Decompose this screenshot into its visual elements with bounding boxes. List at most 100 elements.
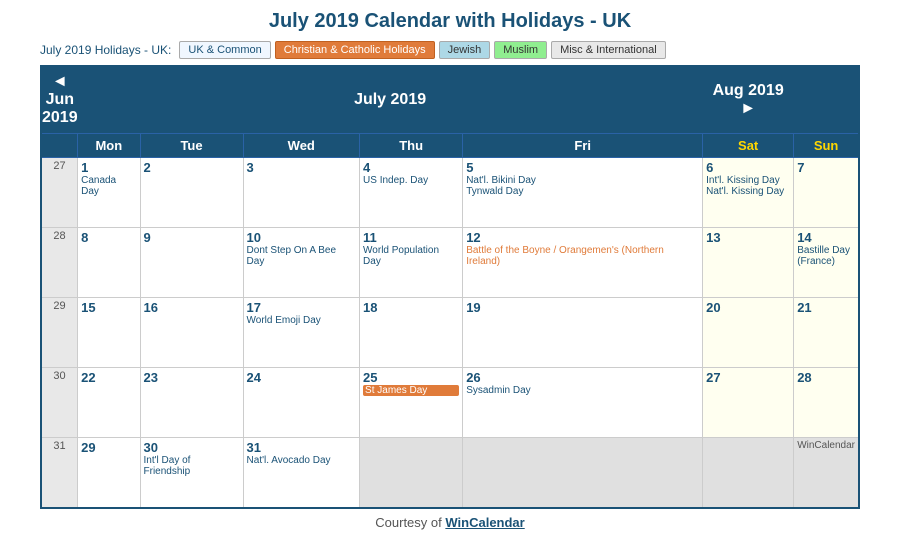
- header-wed: Wed: [243, 134, 360, 158]
- day-number: 11: [363, 230, 459, 245]
- day-number: 12: [466, 230, 699, 245]
- prev-nav[interactable]: ◄ Jun 2019: [41, 66, 78, 134]
- holiday-event: Tynwald Day: [466, 186, 699, 197]
- day-number: 6: [706, 160, 790, 175]
- day-cell[interactable]: [360, 438, 463, 508]
- day-cell[interactable]: 21: [794, 298, 859, 368]
- day-number: 15: [81, 300, 136, 315]
- holiday-event: Bastille Day (France): [797, 245, 855, 267]
- day-cell[interactable]: 20: [703, 298, 794, 368]
- week-row: 3129 30Int'l Day of Friendship31Nat'l. Av…: [41, 438, 859, 508]
- day-number: 1: [81, 160, 136, 175]
- day-cell[interactable]: 28: [794, 368, 859, 438]
- day-cell[interactable]: 26Sysadmin Day: [463, 368, 703, 438]
- day-number: 13: [706, 230, 790, 245]
- day-cell[interactable]: 2: [140, 158, 243, 228]
- day-cell[interactable]: 16: [140, 298, 243, 368]
- day-cell[interactable]: 19: [463, 298, 703, 368]
- day-cell[interactable]: 1Canada Day: [78, 158, 140, 228]
- day-number: 26: [466, 370, 699, 385]
- wincal-link[interactable]: WinCalendar: [445, 515, 524, 530]
- day-cell[interactable]: 31Nat'l. Avocado Day: [243, 438, 360, 508]
- week-number: 30: [41, 368, 78, 438]
- week-number: 31: [41, 438, 78, 508]
- day-number: 30: [144, 440, 240, 455]
- day-number: 29: [81, 440, 136, 455]
- day-cell[interactable]: 12Battle of the Boyne / Orangemen's (Nor…: [463, 228, 703, 298]
- legend-uk-button[interactable]: UK & Common: [179, 41, 270, 59]
- week-number: 28: [41, 228, 78, 298]
- day-cell[interactable]: 4US Indep. Day: [360, 158, 463, 228]
- header-mon: Mon: [78, 134, 140, 158]
- day-cell[interactable]: 14Bastille Day (France): [794, 228, 859, 298]
- day-cell[interactable]: 15: [78, 298, 140, 368]
- holiday-event: World Population Day: [363, 245, 459, 267]
- day-number: 23: [144, 370, 240, 385]
- day-cell[interactable]: [703, 438, 794, 508]
- next-nav[interactable]: Aug 2019 ►: [703, 66, 794, 134]
- day-cell[interactable]: 29: [78, 438, 140, 508]
- legend-misc-button[interactable]: Misc & International: [551, 41, 666, 59]
- month-title: July 2019: [78, 66, 703, 134]
- day-cell[interactable]: 18: [360, 298, 463, 368]
- day-cell[interactable]: 24: [243, 368, 360, 438]
- day-number: 16: [144, 300, 240, 315]
- holiday-event: Battle of the Boyne / Orangemen's (North…: [466, 245, 699, 267]
- day-cell[interactable]: 17World Emoji Day: [243, 298, 360, 368]
- day-cell[interactable]: 30Int'l Day of Friendship: [140, 438, 243, 508]
- week-row: 271Canada Day234US Indep. Day5Nat'l. Bik…: [41, 158, 859, 228]
- holiday-event: Dont Step On A Bee Day: [247, 245, 357, 267]
- legend-christian-button[interactable]: Christian & Catholic Holidays: [275, 41, 435, 59]
- day-number: 2: [144, 160, 240, 175]
- day-cell[interactable]: 11World Population Day: [360, 228, 463, 298]
- day-number: 18: [363, 300, 459, 315]
- legend-jewish-button[interactable]: Jewish: [439, 41, 491, 59]
- header-sat: Sat: [703, 134, 794, 158]
- holiday-event: Sysadmin Day: [466, 385, 699, 396]
- holiday-event: Int'l. Kissing Day: [706, 175, 790, 186]
- holiday-event: Nat'l. Bikini Day: [466, 175, 699, 186]
- day-number: 20: [706, 300, 790, 315]
- legend-muslim-button[interactable]: Muslim: [494, 41, 547, 59]
- calendar-table: ◄ Jun 2019 July 2019 Aug 2019 ► Mon Tue …: [40, 65, 860, 509]
- day-cell[interactable]: 7: [794, 158, 859, 228]
- holiday-event: Nat'l. Kissing Day: [706, 186, 790, 197]
- day-cell[interactable]: 27: [703, 368, 794, 438]
- day-number: 22: [81, 370, 136, 385]
- day-headers: Mon Tue Wed Thu Fri Sat Sun: [41, 134, 859, 158]
- day-cell[interactable]: 13: [703, 228, 794, 298]
- day-cell[interactable]: 9: [140, 228, 243, 298]
- day-cell[interactable]: WinCalendar: [794, 438, 859, 508]
- day-cell[interactable]: 8: [78, 228, 140, 298]
- day-cell[interactable]: 5Nat'l. Bikini DayTynwald Day: [463, 158, 703, 228]
- holiday-event: US Indep. Day: [363, 175, 459, 186]
- day-number: 5: [466, 160, 699, 175]
- day-number: 14: [797, 230, 855, 245]
- day-number: 25: [363, 370, 459, 385]
- week-row: 3022232425St James Day26Sysadmin Day2728: [41, 368, 859, 438]
- day-cell[interactable]: 3: [243, 158, 360, 228]
- header-thu: Thu: [360, 134, 463, 158]
- day-cell[interactable]: [463, 438, 703, 508]
- calendar-header: ◄ Jun 2019 July 2019 Aug 2019 ►: [41, 66, 859, 134]
- holiday-event: World Emoji Day: [247, 315, 357, 326]
- day-number: 24: [247, 370, 357, 385]
- day-number: 21: [797, 300, 855, 315]
- week-row: 29151617World Emoji Day18192021: [41, 298, 859, 368]
- day-cell[interactable]: 6Int'l. Kissing DayNat'l. Kissing Day: [703, 158, 794, 228]
- day-cell[interactable]: 22: [78, 368, 140, 438]
- header-tue: Tue: [140, 134, 243, 158]
- day-cell[interactable]: 10Dont Step On A Bee Day: [243, 228, 360, 298]
- holiday-event: Nat'l. Avocado Day: [247, 455, 357, 466]
- day-cell[interactable]: 23: [140, 368, 243, 438]
- header-fri: Fri: [463, 134, 703, 158]
- day-number: 3: [247, 160, 357, 175]
- day-cell[interactable]: 25St James Day: [360, 368, 463, 438]
- holiday-event: St James Day: [363, 385, 459, 396]
- legend-label: July 2019 Holidays - UK:: [40, 43, 171, 57]
- page-title: July 2019 Calendar with Holidays - UK: [40, 10, 860, 33]
- day-number: 10: [247, 230, 357, 245]
- day-number: 8: [81, 230, 136, 245]
- header-sun: Sun: [794, 134, 859, 158]
- day-number: 27: [706, 370, 790, 385]
